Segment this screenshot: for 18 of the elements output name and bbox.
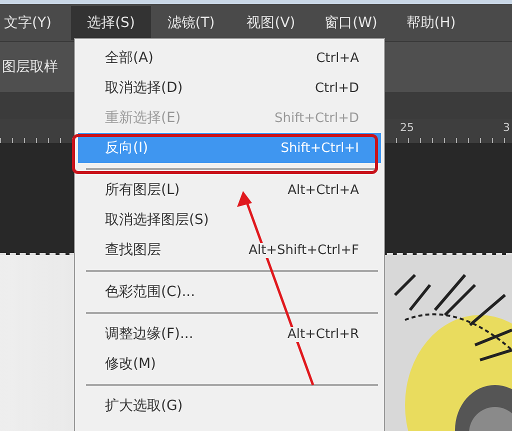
menu-item[interactable]: 修改(M)	[78, 349, 381, 379]
menu-title[interactable]: 视图(V)	[231, 6, 311, 40]
ruler-label: 3	[503, 121, 510, 134]
menu-title[interactable]: 窗口(W)	[311, 6, 391, 40]
menu-title[interactable]: 选择(S)	[71, 6, 151, 40]
menu-item[interactable]: 扩大选取(G)	[78, 391, 381, 421]
ruler-label: 25	[400, 121, 414, 134]
menu-item[interactable]: 色彩范围(C)...	[78, 277, 381, 307]
menu-item[interactable]: 所有图层(L) Alt+Ctrl+A	[78, 175, 381, 205]
menu-item[interactable]: 调整边缘(F)... Alt+Ctrl+R	[78, 319, 381, 349]
menu-title[interactable]: 帮助(H)	[391, 6, 471, 40]
menu-title[interactable]: 文字(Y)	[2, 6, 71, 40]
sample-label: 图层取样	[2, 58, 58, 76]
menu-item[interactable]: 取消选择(D) Ctrl+D	[78, 73, 381, 103]
menu-title[interactable]: 滤镜(T)	[151, 6, 231, 40]
menu-item[interactable]: 取消选择图层(S)	[78, 205, 381, 235]
menu-item[interactable]: 全部(A) Ctrl+A	[78, 43, 381, 73]
menu-item[interactable]: 查找图层 Alt+Shift+Ctrl+F	[78, 235, 381, 265]
